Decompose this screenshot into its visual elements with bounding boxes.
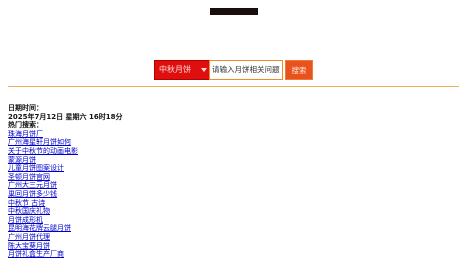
list-item: 中秋节 古诗 — [8, 199, 122, 208]
hot-search-link[interactable]: 月饼成形机 — [8, 216, 43, 224]
hot-search-link[interactable]: 陈大宝葵月饼 — [8, 242, 50, 250]
info-panel: 日期时间： 2025年7月12日 星期六 16时18分 热门搜索： 珠海月饼厂广… — [8, 104, 122, 259]
list-item: 广州大三元月饼 — [8, 181, 122, 190]
hot-search-list: 珠海月饼厂 广州海星轩月饼如何 关于中秋节的动画电影 蒙源月饼 儿童月饼图案设计 圣顿月饼… — [8, 130, 122, 259]
hot-search-link[interactable]: 中秋国庆礼物 — [8, 207, 50, 215]
hot-search-link[interactable]: 昆明海花牌云腿月饼 — [8, 224, 71, 232]
hot-search-link[interactable]: 广州月饼代理 — [8, 233, 50, 241]
list-item: 儿童月饼图案设计 — [8, 164, 122, 173]
category-select-value: 中秋月饼 — [159, 65, 191, 74]
hot-search-link[interactable]: 广州海星轩月饼如何 — [8, 138, 71, 146]
hot-search-link[interactable]: 广州大三元月饼 — [8, 181, 57, 189]
hot-search-link[interactable]: 巢回月饼多少钱 — [8, 190, 57, 198]
hot-search-label: 热门搜索： — [8, 121, 43, 130]
hot-search-link[interactable]: 关于中秋节的动画电影 — [8, 147, 78, 155]
list-item: 巢回月饼多少钱 — [8, 190, 122, 199]
list-item: 陈大宝葵月饼 — [8, 242, 122, 251]
list-item: 中秋国庆礼物 — [8, 207, 122, 216]
list-item: 广州月饼代理 — [8, 233, 122, 242]
hot-search-link[interactable]: 珠海月饼厂 — [8, 130, 43, 138]
hot-search-link[interactable]: 中秋节 古诗 — [8, 199, 45, 207]
list-item: 月饼礼盒生产厂商 — [8, 250, 122, 259]
list-item: 广州海星轩月饼如何 — [8, 138, 122, 147]
list-item: 蒙源月饼 — [8, 156, 122, 165]
page: 中秋月饼 搜索 日期时间： 2025年7月12日 星期六 16时18分 热门搜索… — [4, 0, 459, 259]
date-label: 日期时间： — [8, 104, 43, 112]
current-datetime: 2025年7月12日 星期六 16时18分 — [8, 112, 123, 121]
divider — [8, 86, 459, 87]
category-select[interactable]: 中秋月饼 — [154, 60, 211, 80]
hot-search-link[interactable]: 蒙源月饼 — [8, 156, 36, 164]
hot-search-link[interactable]: 月饼礼盒生产厂商 — [8, 250, 64, 258]
hot-search-link[interactable]: 圣顿月饼官网 — [8, 173, 50, 181]
hot-search-link[interactable]: 儿童月饼图案设计 — [8, 164, 64, 172]
site-logo[interactable] — [210, 8, 258, 15]
search-input[interactable] — [209, 60, 283, 80]
chevron-down-icon — [201, 68, 207, 72]
search-button[interactable]: 搜索 — [285, 60, 313, 80]
list-item: 关于中秋节的动画电影 — [8, 147, 122, 156]
list-item: 昆明海花牌云腿月饼 — [8, 224, 122, 233]
